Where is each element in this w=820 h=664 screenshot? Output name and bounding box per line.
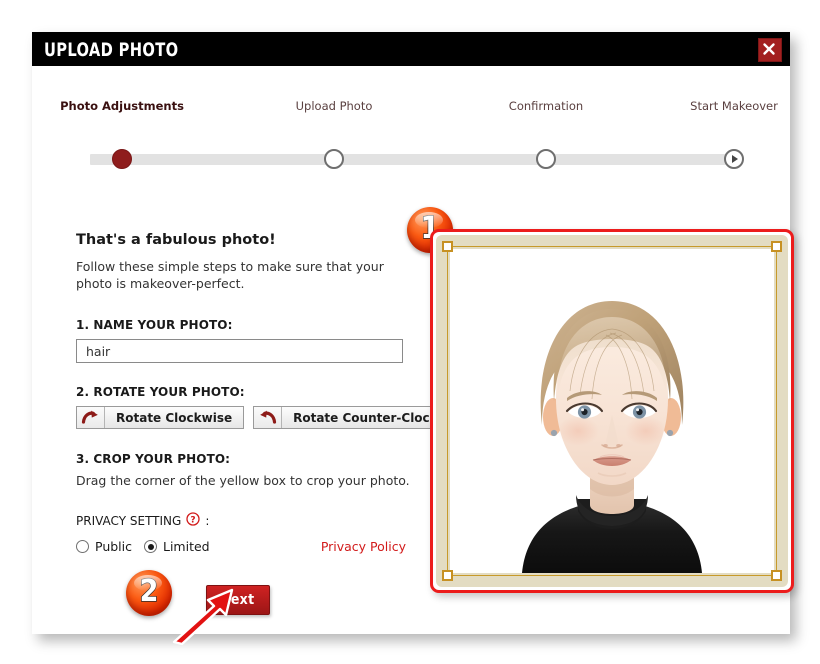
play-triangle-icon	[732, 155, 738, 163]
progress-stepper: Photo Adjustments Upload Photo Confirmat…	[32, 66, 790, 186]
privacy-radio-group: Public Limited Privacy Policy	[76, 539, 406, 554]
rotate-counter-clockwise-icon	[254, 407, 283, 428]
privacy-setting-colon: :	[205, 513, 210, 528]
privacy-option-public[interactable]: Public	[76, 539, 132, 554]
upload-photo-dialog: UPLOAD PHOTO Photo Adjustments Upload Ph…	[32, 32, 794, 646]
panel-subtext: Follow these simple steps to make sure t…	[76, 259, 384, 291]
crop-hint-text: Drag the corner of the yellow box to cro…	[76, 473, 410, 488]
rotate-clockwise-button[interactable]: Rotate Clockwise	[76, 406, 245, 429]
crop-handle-bottom-right[interactable]	[771, 570, 782, 581]
crop-handle-top-right[interactable]	[771, 241, 782, 252]
callout-badge-2-number: 2	[139, 574, 159, 609]
rotate-clockwise-icon	[77, 407, 105, 428]
privacy-policy-link[interactable]: Privacy Policy	[321, 539, 406, 554]
close-x-glyph	[763, 43, 775, 55]
photo-preview-frame	[430, 229, 794, 593]
photo-name-input[interactable]	[76, 339, 403, 363]
step-dot-photo-adjustments[interactable]	[112, 149, 132, 169]
svg-text:?: ?	[191, 515, 196, 525]
step-label-photo-adjustments: Photo Adjustments	[60, 99, 184, 113]
dialog-titlebar: UPLOAD PHOTO	[32, 32, 790, 66]
privacy-option-limited[interactable]: Limited	[144, 539, 210, 554]
step-label-start-makeover: Start Makeover	[690, 99, 778, 113]
rotate-button-row: Rotate Clockwise Rotate Counter-Clockwis…	[76, 406, 481, 429]
panel-headline: That's a fabulous photo!	[76, 232, 276, 248]
radio-limited-label: Limited	[163, 539, 210, 554]
step-dot-confirmation[interactable]	[536, 149, 556, 169]
label-crop-your-photo: 3. CROP YOUR PHOTO:	[76, 452, 231, 466]
callout-badge-2: 2	[126, 570, 172, 616]
photo-frame-inner	[436, 235, 788, 587]
step-dot-upload-photo[interactable]	[324, 149, 344, 169]
rotate-clockwise-label: Rotate Clockwise	[116, 410, 233, 425]
red-arrow-icon	[170, 584, 248, 650]
photo-adjustments-panel: That's a fabulous photo! Follow these si…	[76, 232, 481, 554]
screen: UPLOAD PHOTO Photo Adjustments Upload Ph…	[0, 0, 820, 664]
step-dot-start-makeover[interactable]	[724, 149, 744, 169]
radio-public-label: Public	[95, 539, 132, 554]
step-label-upload-photo: Upload Photo	[295, 99, 373, 113]
label-name-your-photo: 1. NAME YOUR PHOTO:	[76, 318, 233, 332]
question-mark-circle-icon[interactable]: ?	[186, 512, 200, 529]
uploaded-portrait-photo	[450, 249, 774, 573]
radio-public[interactable]	[76, 540, 89, 553]
crop-handle-top-left[interactable]	[442, 241, 453, 252]
privacy-setting-label: PRIVACY SETTING	[76, 513, 182, 528]
radio-limited-selected-dot	[147, 543, 154, 550]
photo-canvas[interactable]	[450, 249, 774, 573]
step-label-confirmation: Confirmation	[508, 99, 584, 113]
crop-handle-bottom-left[interactable]	[442, 570, 453, 581]
stepper-track	[90, 154, 734, 165]
close-icon[interactable]	[758, 38, 782, 62]
privacy-setting-label-row: PRIVACY SETTING ? :	[76, 512, 416, 529]
label-rotate-your-photo: 2. ROTATE YOUR PHOTO:	[76, 385, 245, 399]
dialog-title: UPLOAD PHOTO	[44, 39, 179, 61]
radio-limited[interactable]	[144, 540, 157, 553]
